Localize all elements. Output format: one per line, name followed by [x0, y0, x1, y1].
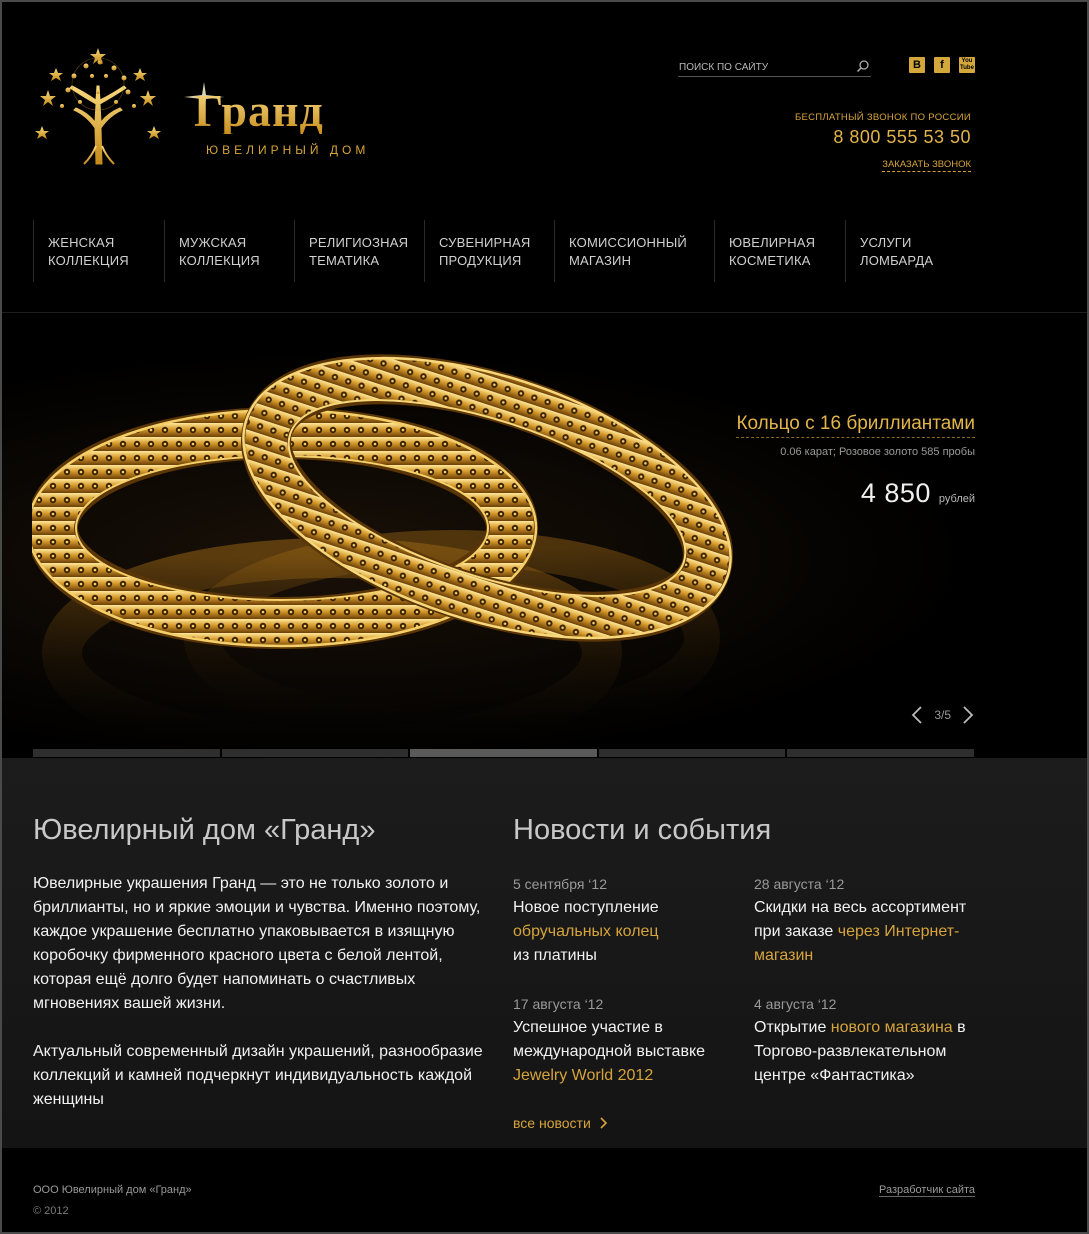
news-date: 17 августа ‘12 — [513, 996, 604, 1012]
facebook-icon[interactable]: f — [934, 57, 950, 73]
nav-item-cosmetics[interactable]: Ювелирная косметика — [714, 220, 845, 282]
chevron-right-icon — [600, 1117, 607, 1129]
slider-controls: 3/5 — [910, 705, 975, 725]
nav-item-label: коллекция — [179, 253, 260, 268]
footer: ООО Ювелирный дом «Гранд» © 2012 Разрабо… — [2, 1148, 1087, 1232]
nav-item-label: Сувенирная — [439, 235, 531, 250]
copyright: © 2012 — [33, 1205, 69, 1217]
news-text-part: Открытие — [754, 1019, 827, 1036]
about-heading: Ювелирный дом «Гранд» — [33, 814, 376, 846]
nav-item-men[interactable]: Мужская коллекция — [164, 220, 294, 282]
logo-subtitle: ЮВЕЛИРНЫЙ ДОМ — [206, 143, 370, 157]
nav-item-label: Услуги — [860, 235, 912, 250]
news-heading: Новости и события — [513, 814, 772, 846]
search-icon[interactable] — [856, 59, 870, 73]
news-text-part: Успешное участие в международной выставк… — [513, 1019, 706, 1060]
news-item: 4 августа ‘12 Открытие нового магазина в… — [754, 996, 984, 1088]
nav-item-label: ломбарда — [860, 253, 934, 268]
search-input[interactable] — [678, 58, 848, 77]
free-call-label: бесплатный звонок по России — [794, 112, 971, 123]
news-link[interactable]: обручальных колец — [513, 923, 659, 940]
news-link[interactable]: нового магазина — [831, 1019, 953, 1036]
slider-indicator[interactable] — [221, 749, 409, 757]
news-link[interactable]: Jewelry World 2012 — [513, 1067, 653, 1084]
news-text: Открытие нового магазина в Торгово-развл… — [754, 1016, 984, 1088]
price-currency: рублей — [938, 493, 975, 505]
vkontakte-icon[interactable]: В — [909, 57, 925, 73]
slider-indicator[interactable] — [33, 749, 220, 757]
page: Гранд ЮВЕЛИРНЫЙ ДОМ В f You Tube бесплат… — [0, 0, 1089, 1234]
nav-item-label: магазин — [569, 253, 632, 268]
slider-indicator-active[interactable] — [410, 749, 597, 757]
hero-slider: Кольцо с 16 бриллиантами 0.06 карат; Роз… — [2, 313, 1087, 768]
developer-link[interactable]: Разработчик сайта — [879, 1184, 975, 1197]
news-item: 5 сентября ‘12 Новое поступление обручал… — [513, 876, 743, 968]
news-item: 17 августа ‘12 Успешное участие в междун… — [513, 996, 743, 1088]
news-text-part: из платины — [513, 947, 597, 964]
nav-item-label: Религиозная — [309, 235, 409, 250]
nav-item-label: Ювелирная — [729, 235, 816, 250]
logo[interactable]: Гранд ЮВЕЛИРНЫЙ ДОМ — [34, 46, 379, 176]
slide-description: 0.06 карат; Розовое золото 585 пробы — [780, 446, 975, 458]
slider-indicator[interactable] — [787, 749, 974, 757]
logo-title: Гранд — [194, 85, 324, 136]
nav-item-label: тематика — [309, 253, 380, 268]
bracelets-image — [32, 354, 733, 768]
all-news-link[interactable]: все новости — [513, 1115, 608, 1131]
slider-indicator[interactable] — [598, 749, 786, 757]
nav-item-women[interactable]: Женская коллекция — [33, 220, 164, 282]
nav-item-religious[interactable]: Религиозная тематика — [294, 220, 424, 282]
order-call-link[interactable]: заказать звонок — [882, 159, 971, 172]
news-text: Новое поступление обручальных колец из п… — [513, 896, 743, 968]
nav-item-commission[interactable]: Комиссионный магазин — [554, 220, 714, 282]
news-item: 28 августа ‘12 Скидки на весь ассортимен… — [754, 876, 984, 968]
phone-number[interactable]: 8 800 555 53 50 — [833, 127, 971, 148]
content-section: Ювелирный дом «Гранд» Ювелирные украшени… — [2, 758, 1087, 1148]
price-value: 4 850 — [860, 478, 931, 508]
news-text: Успешное участие в международной выставк… — [513, 1016, 743, 1088]
main-nav: Женская коллекция Мужская коллекция Рели… — [33, 220, 965, 282]
news-date: 4 августа ‘12 — [754, 996, 837, 1012]
nav-item-label: Женская — [48, 235, 115, 250]
slide-title[interactable]: Кольцо с 16 бриллиантами — [736, 413, 975, 438]
chevron-left-icon[interactable] — [910, 705, 924, 725]
slide-price: 4 850 рублей — [861, 478, 975, 509]
news-date: 28 августа ‘12 — [754, 876, 845, 892]
news-text-part: Новое поступление — [513, 899, 659, 916]
chevron-right-icon[interactable] — [961, 705, 975, 725]
company-name: ООО Ювелирный дом «Гранд» — [33, 1184, 192, 1196]
all-news-label: все новости — [513, 1115, 591, 1131]
news-date: 5 сентября ‘12 — [513, 876, 607, 892]
nav-item-label: Мужская — [179, 235, 247, 250]
search-box — [678, 57, 871, 77]
nav-item-label: коллекция — [48, 253, 129, 268]
social-links: В f You Tube — [909, 57, 975, 73]
tree-logo-icon — [35, 48, 161, 167]
nav-item-pawnshop[interactable]: Услуги ломбарда — [845, 220, 965, 282]
about-paragraph: Актуальный современный дизайн украшений,… — [33, 1043, 483, 1108]
slide-counter: 3/5 — [934, 708, 951, 722]
nav-item-label: косметика — [729, 253, 811, 268]
nav-item-label: продукция — [439, 253, 522, 268]
news-text: Скидки на весь ассортимент при заказе че… — [754, 896, 984, 968]
youtube-icon[interactable]: You Tube — [959, 57, 975, 73]
about-paragraph: Ювелирные украшения Гранд — это не тольк… — [33, 875, 481, 1012]
nav-item-label: Комиссионный — [569, 235, 687, 250]
slider-progress — [33, 749, 974, 757]
nav-item-souvenir[interactable]: Сувенирная продукция — [424, 220, 554, 282]
